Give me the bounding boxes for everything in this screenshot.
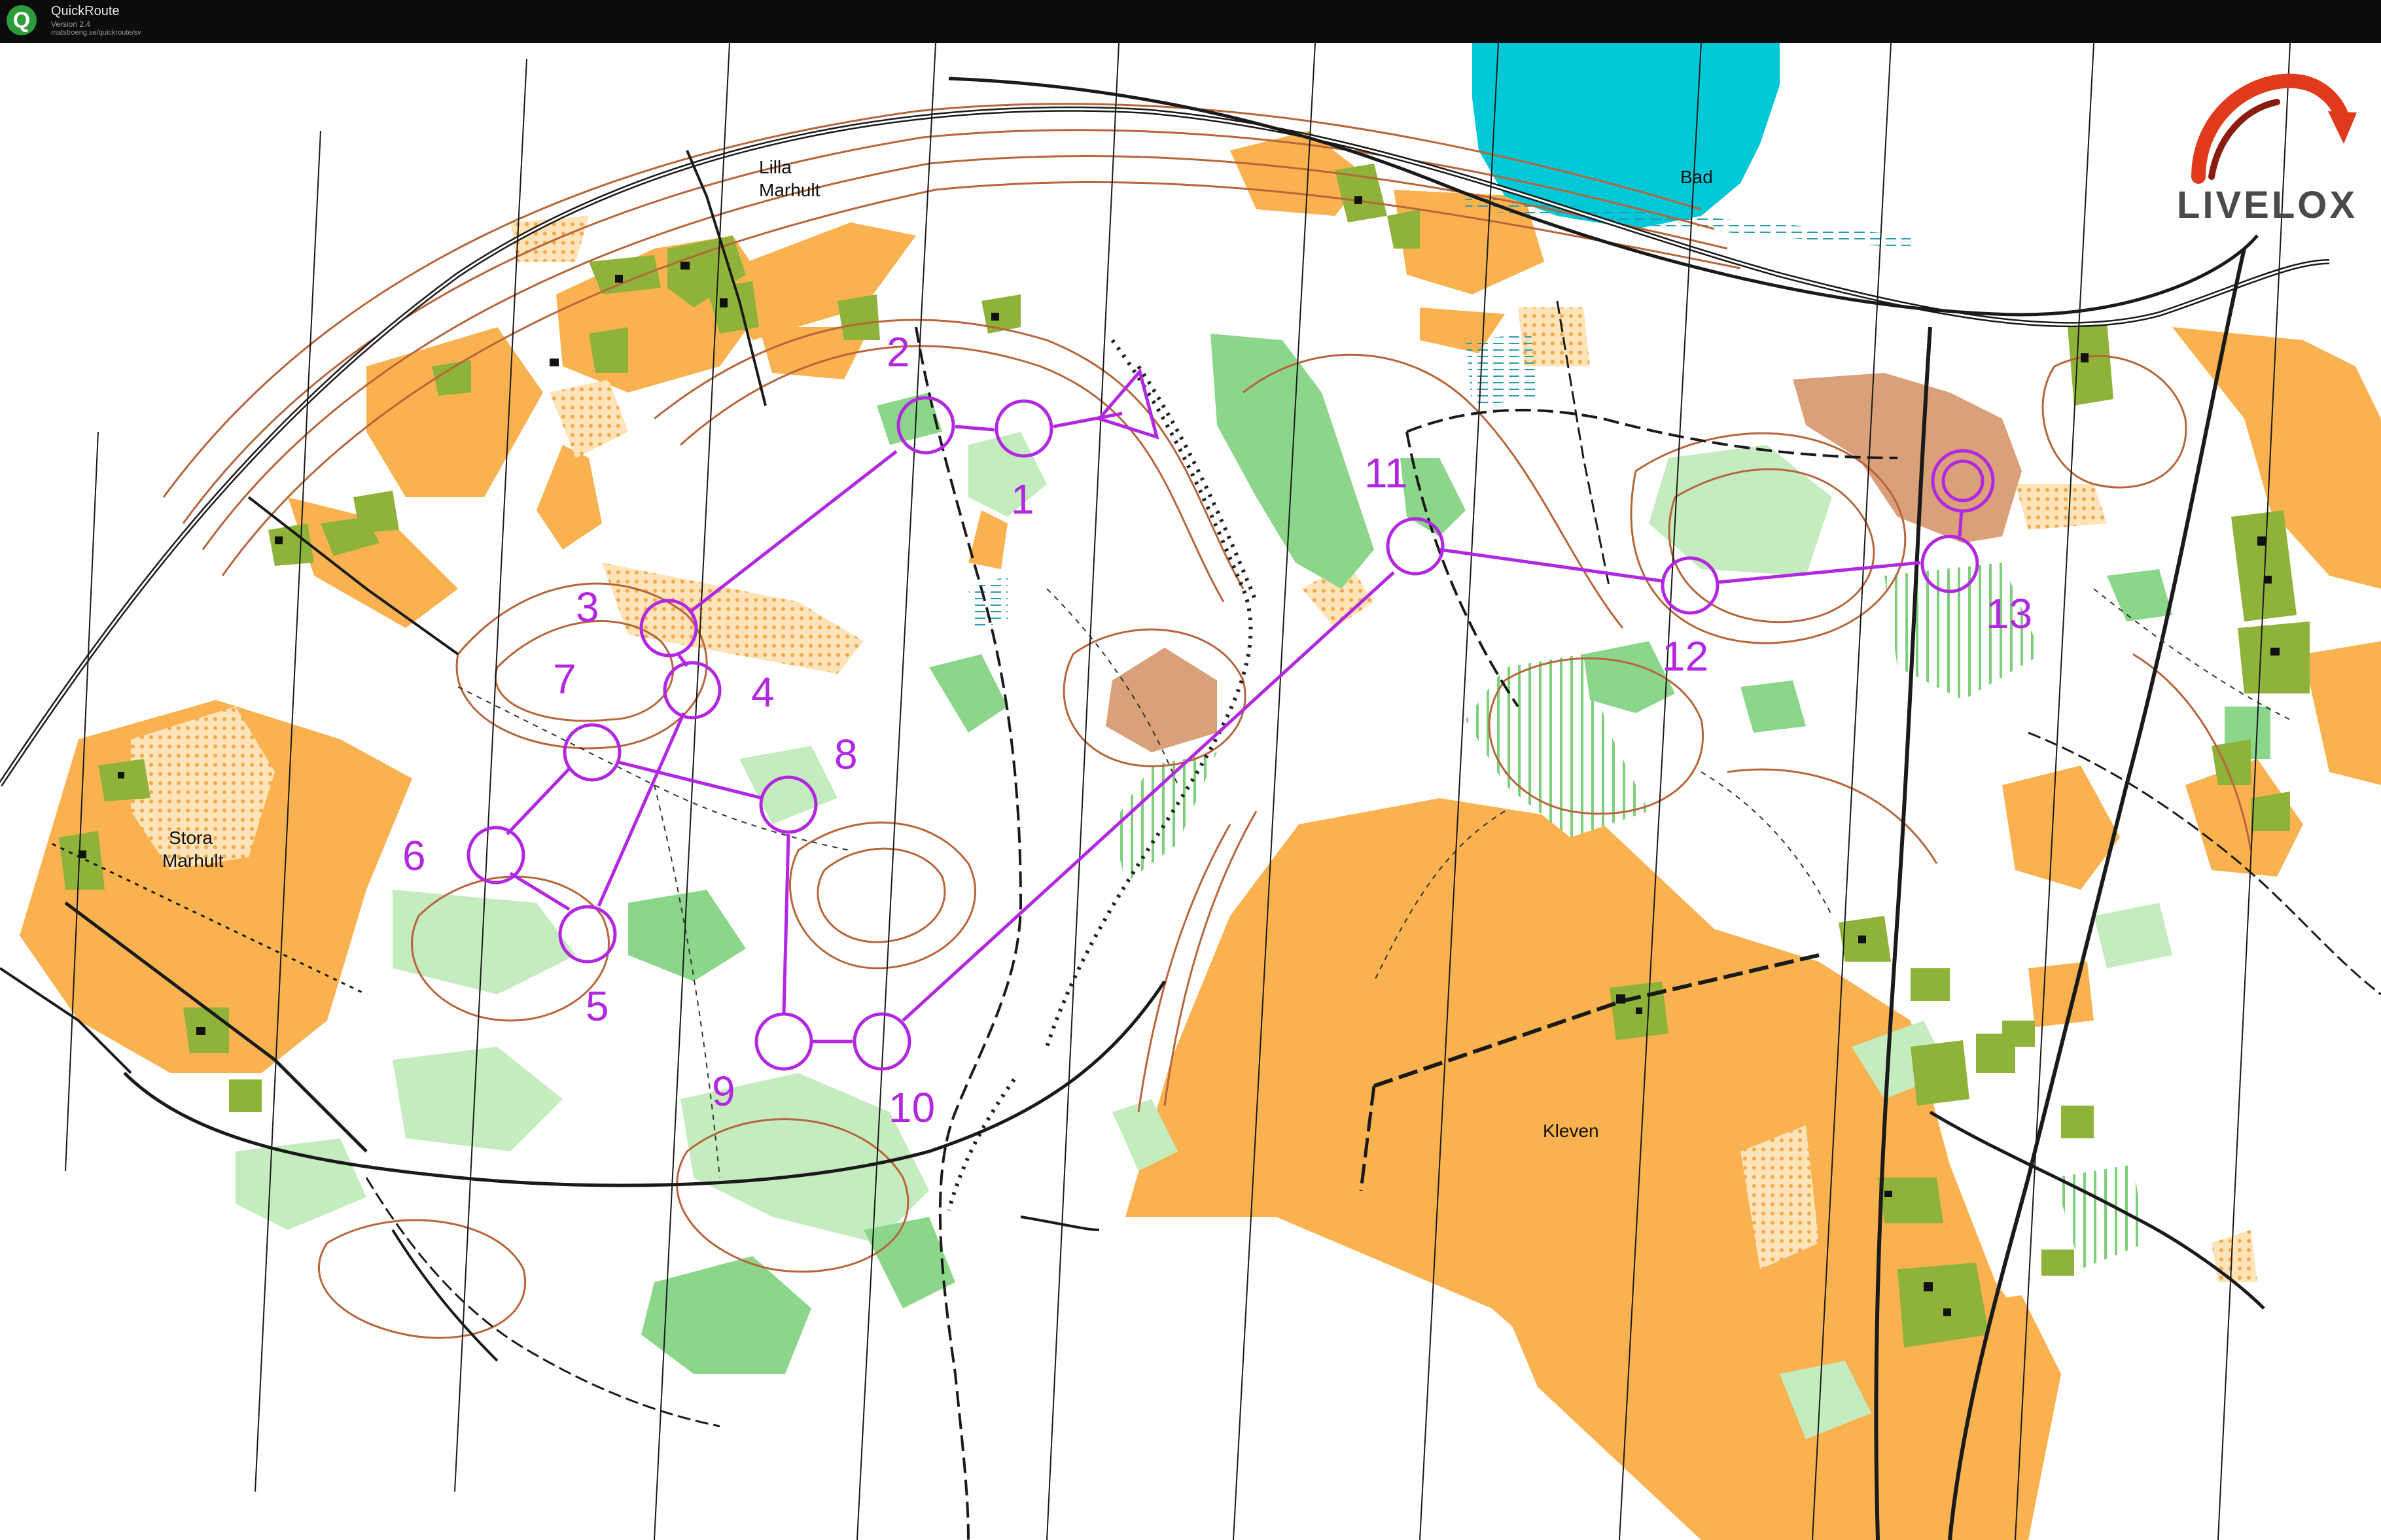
place-name-stora: Stora — [169, 828, 213, 848]
place-name-lilla: Lilla — [759, 157, 792, 177]
place-name-stora-marhult: Marhult — [162, 850, 224, 871]
control-number-1: 1 — [1011, 476, 1034, 523]
control-number-6: 6 — [402, 832, 426, 879]
app-url: matstroeng.se/quickroute/sv — [51, 29, 141, 37]
control-number-13: 13 — [1986, 590, 2032, 637]
orienteering-map[interactable]: Lilla Marhult Stora Marhult Bad Kleven 1… — [0, 43, 2381, 1540]
app-version: Version 2.4 — [51, 20, 91, 29]
control-number-2: 2 — [887, 328, 910, 376]
control-number-3: 3 — [576, 584, 599, 631]
place-name-kleven: Kleven — [1543, 1121, 1599, 1141]
control-number-9: 9 — [712, 1068, 735, 1115]
place-name-bad: Bad — [1680, 167, 1713, 187]
leg-13-finish — [1958, 510, 1964, 537]
control-number-8: 8 — [834, 731, 858, 778]
title-bar: Q QuickRoute Version 2.4 matstroeng.se/q… — [0, 0, 2381, 43]
control-number-7: 7 — [553, 656, 576, 703]
livelox-logo-text: LIVELOX — [2176, 184, 2358, 226]
place-name-lilla-marhult: Marhult — [759, 180, 820, 200]
control-number-12: 12 — [1662, 633, 1708, 680]
control-number-4: 4 — [751, 669, 775, 716]
livelox-logo: LIVELOX — [2172, 65, 2362, 236]
control-number-11: 11 — [1364, 449, 1407, 497]
livelox-swoosh-icon — [2191, 73, 2357, 184]
control-number-5: 5 — [586, 983, 609, 1030]
control-number-10: 10 — [889, 1084, 935, 1131]
app-title: QuickRoute — [51, 4, 120, 18]
quickroute-q-icon: Q — [7, 5, 37, 35]
